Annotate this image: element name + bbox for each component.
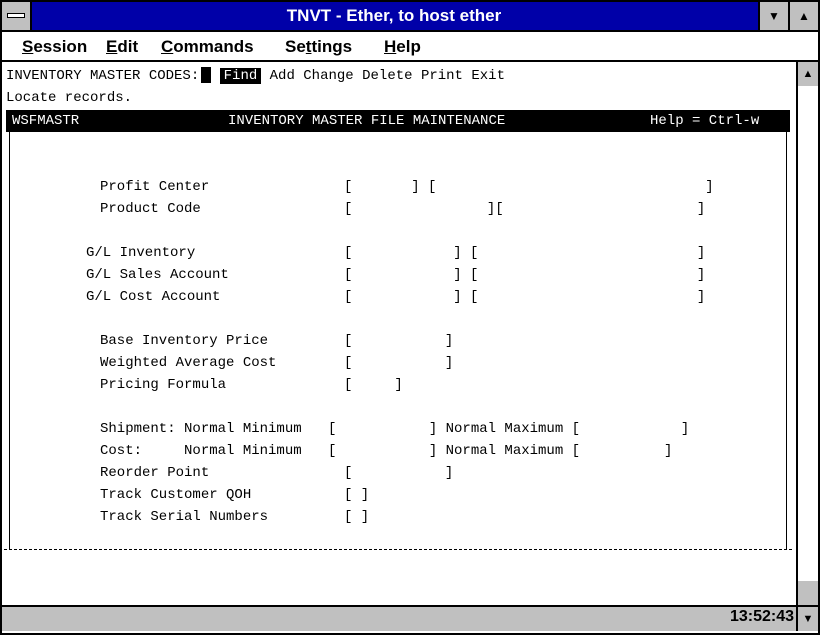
field-input[interactable]: [ ]	[344, 374, 403, 396]
field-label: Reorder Point	[100, 465, 210, 481]
status-bar: 13:52:43	[2, 605, 796, 631]
menu-help[interactable]: Help	[384, 37, 421, 57]
field-label: Weighted Average Cost	[100, 355, 277, 371]
field-input[interactable]: [ ]	[344, 352, 453, 374]
triangle-up-icon: ▲	[798, 8, 810, 23]
menu-bar: Session Edit Commands Settings Help	[2, 32, 818, 62]
scroll-down-button[interactable]: ▼	[796, 605, 818, 631]
command-exit[interactable]: Exit	[471, 68, 505, 84]
field-input[interactable]: [ ] [ ]	[344, 264, 705, 286]
maximize-button[interactable]: ▲	[788, 2, 818, 30]
status-message: Locate records.	[6, 90, 133, 106]
window-title: TNVT - Ether, to host ether	[286, 6, 502, 25]
field-label: G/L Inventory	[86, 245, 196, 261]
field-input[interactable]: [ ]	[344, 506, 369, 528]
scroll-track[interactable]	[798, 86, 818, 581]
field-input[interactable]: [ ] Normal Maximum [ ]	[328, 418, 689, 440]
field-label: Base Inventory Price	[100, 333, 269, 349]
field-input[interactable]: [ ] Normal Maximum [ ]	[328, 440, 672, 462]
field-input[interactable]: [ ][ ]	[344, 198, 705, 220]
system-menu-icon	[7, 13, 25, 18]
field-label: Track Serial Numbers	[100, 509, 269, 525]
menu-edit[interactable]: Edit	[106, 37, 138, 57]
field-label: Product Code	[100, 201, 201, 217]
arrow-up-icon: ▲	[802, 68, 814, 80]
triangle-down-icon: ▼	[768, 8, 780, 23]
menu-session[interactable]: Session	[22, 37, 87, 57]
command-line: INVENTORY MASTER CODES: Find Add Change …	[6, 65, 505, 87]
menu-settings[interactable]: Settings	[285, 37, 352, 57]
field-input[interactable]: [ ]	[344, 484, 369, 506]
minimize-button[interactable]: ▼	[758, 2, 788, 30]
arrow-down-icon: ▼	[802, 613, 814, 625]
terminal-screen[interactable]: INVENTORY MASTER CODES: Find Add Change …	[2, 62, 796, 603]
field-input[interactable]: [ ] [ ]	[344, 176, 714, 198]
clock: 13:52:43	[729, 608, 794, 625]
field-label: Cost: Normal Minimum	[100, 443, 302, 459]
command-print[interactable]: Print	[421, 68, 463, 84]
command-add[interactable]: Add	[270, 68, 295, 84]
field-label: Shipment: Normal Minimum	[100, 421, 302, 437]
help-hint: Help = Ctrl-w	[650, 113, 760, 129]
command-change[interactable]: Change	[303, 68, 353, 84]
text-cursor	[201, 67, 212, 84]
field-input[interactable]: [ ] [ ]	[344, 242, 705, 264]
field-label: Profit Center	[100, 179, 210, 195]
terminal-window: TNVT - Ether, to host ether ▼ ▲ Session …	[0, 0, 820, 635]
vertical-scrollbar[interactable]: ▲	[796, 62, 818, 605]
title-bar[interactable]: TNVT - Ether, to host ether ▼ ▲	[2, 2, 818, 32]
screen-title: INVENTORY MASTER FILE MAINTENANCE	[228, 113, 506, 129]
command-prompt: INVENTORY MASTER CODES:	[6, 68, 200, 84]
form-frame: Profit Center [ ] [ ] Product Code [ ][ …	[4, 132, 792, 550]
field-input[interactable]: [ ]	[344, 330, 453, 352]
menu-commands[interactable]: Commands	[161, 37, 254, 57]
system-menu-button[interactable]	[2, 2, 32, 30]
command-delete[interactable]: Delete	[362, 68, 412, 84]
field-label: G/L Sales Account	[86, 267, 229, 283]
field-label: Pricing Formula	[100, 377, 227, 393]
command-find[interactable]: Find	[219, 68, 262, 84]
screen-header: WSFMASTR INVENTORY MASTER FILE MAINTENAN…	[6, 110, 790, 132]
field-label: G/L Cost Account	[86, 289, 221, 305]
field-input[interactable]: [ ]	[344, 462, 453, 484]
program-name: WSFMASTR	[12, 113, 80, 129]
field-input[interactable]: [ ] [ ]	[344, 286, 705, 308]
field-label: Track Customer QOH	[100, 487, 252, 503]
scroll-up-button[interactable]: ▲	[798, 62, 818, 88]
